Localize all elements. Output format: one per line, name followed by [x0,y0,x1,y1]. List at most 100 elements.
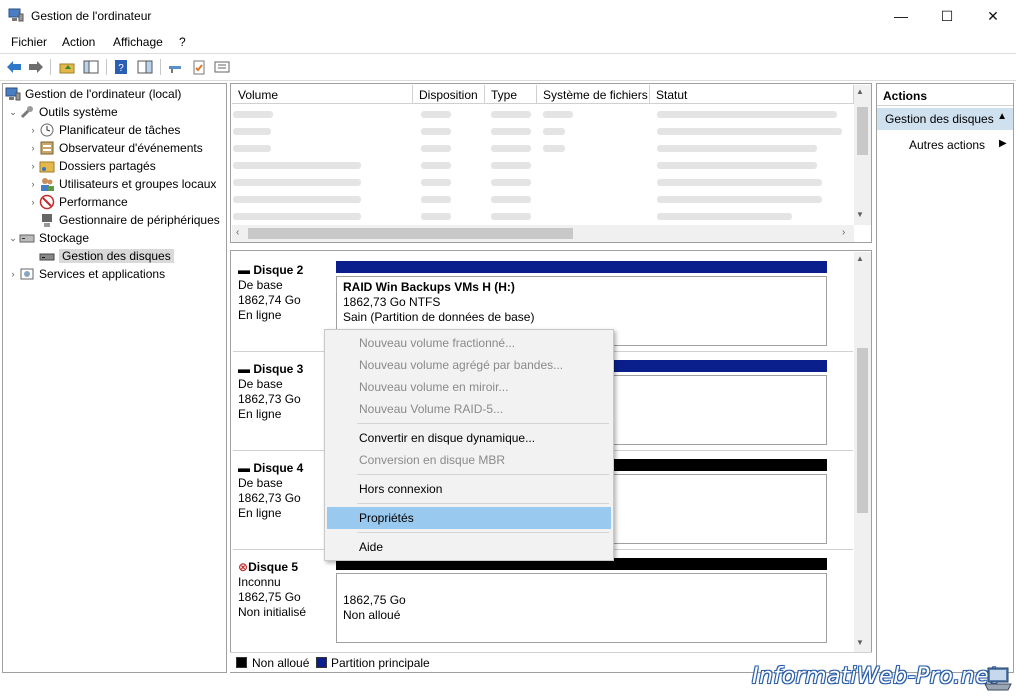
tree-label: Performance [59,195,128,209]
tree-item-disk-management[interactable]: Gestion des disques [39,247,174,265]
chevron-right-icon[interactable]: › [7,269,19,279]
column-header-layout[interactable]: Disposition [413,85,485,104]
column-header-status[interactable]: Statut [650,85,854,104]
menu-item-help[interactable]: Aide [327,536,611,558]
table-row[interactable] [233,123,853,140]
chevron-right-icon[interactable]: › [27,161,39,171]
connect-icon[interactable] [166,58,184,76]
services-icon [19,266,35,282]
disk-status: En ligne [238,407,282,421]
column-header-type[interactable]: Type [485,85,537,104]
menu-bar: Fichier Action Affichage ? [0,32,1016,52]
chevron-right-icon[interactable]: › [27,197,39,207]
disk-info-3[interactable]: ▬ Disque 3 De base 1862,73 Go En ligne [238,362,338,422]
disk-info-4[interactable]: ▬ Disque 4 De base 1862,73 Go En ligne [238,461,338,521]
menu-help[interactable]: ? [179,35,186,49]
column-header-volume[interactable]: Volume [232,85,413,104]
partition-block[interactable]: 1862,75 Go Non alloué [336,573,827,643]
back-arrow-icon[interactable] [5,58,23,76]
submenu-arrow-icon: ▶ [999,138,1007,149]
chevron-right-icon[interactable]: › [27,143,39,153]
partition-size: 1862,73 Go NTFS [343,295,441,309]
show-hide-tree-icon[interactable] [82,58,100,76]
disk-type: De base [238,278,283,292]
partition-status: Sain (Partition de données de base) [343,310,535,324]
disk-size: 1862,73 Go [238,392,301,406]
table-row[interactable] [233,191,853,208]
menu-item-convert-mbr[interactable]: Conversion en disque MBR [327,449,611,471]
menu-item-convert-dynamic[interactable]: Convertir en disque dynamique... [327,427,611,449]
minimize-button[interactable]: — [878,0,924,32]
column-header-filesystem[interactable]: Système de fichiers [537,85,650,104]
tree-item-services[interactable]: › Services et applications [7,265,166,283]
legend-swatch-primary [316,657,327,668]
tree-item-local-users[interactable]: › Utilisateurs et groupes locaux [27,175,216,193]
storage-icon [19,230,35,246]
vertical-scrollbar[interactable]: ▲ ▼ [854,252,871,652]
legend-label: Partition principale [331,656,430,670]
tools-icon [19,104,35,120]
tree-label: Gestion de l'ordinateur (local) [25,87,182,101]
table-row[interactable] [233,157,853,174]
svg-text:?: ? [118,63,124,74]
partition-size: 1862,75 Go [343,593,406,607]
maximize-button[interactable]: ☐ [924,0,970,32]
tree-item-root[interactable]: Gestion de l'ordinateur (local) [5,85,181,103]
disk-type: De base [238,476,283,490]
menu-action[interactable]: Action [62,35,95,49]
computer-management-icon [8,8,24,22]
tree-item-storage[interactable]: ⌄ Stockage [7,229,89,247]
disk-icon: ▬ [238,263,254,277]
menu-view[interactable]: Affichage [113,35,163,49]
actions-header: Actions [877,84,1013,106]
chevron-right-icon[interactable]: › [27,179,39,189]
more-actions-label: Autres actions [909,138,986,152]
scrollbar-thumb[interactable] [857,107,868,155]
menu-item-new-mirror[interactable]: Nouveau volume en miroir... [327,376,611,398]
list-view-icon[interactable] [213,58,231,76]
horizontal-scrollbar[interactable]: ‹ › [232,225,854,242]
close-button[interactable]: ✕ [970,0,1016,32]
scrollbar-thumb[interactable] [857,348,868,513]
table-row[interactable] [233,174,853,191]
disk-info-2[interactable]: ▬ Disque 2 De base 1862,74 Go En ligne [238,263,338,323]
menu-item-new-raid5[interactable]: Nouveau Volume RAID-5... [327,398,611,420]
more-actions[interactable]: Autres actions ▶ [909,138,1007,152]
menu-file[interactable]: Fichier [11,35,47,49]
tree-label: Utilisateurs et groupes locaux [59,177,217,191]
tree-item-task-scheduler[interactable]: › Planificateur de tâches [27,121,181,139]
up-folder-icon[interactable] [58,58,76,76]
table-row[interactable] [233,208,853,225]
disk-name: Disque 5 [248,560,299,574]
tree-label: Services et applications [39,267,166,281]
table-row[interactable] [233,106,853,123]
disk-type: Inconnu [238,575,281,589]
tree-item-device-manager[interactable]: Gestionnaire de périphériques [39,211,220,229]
tree-item-system-tools[interactable]: ⌄ Outils système [7,103,117,121]
chevron-down-icon[interactable]: ⌄ [7,233,19,244]
menu-item-new-spanned[interactable]: Nouveau volume fractionné... [327,332,611,354]
vertical-scrollbar[interactable]: ▲ ▼ [854,85,871,225]
disk-icon: ▬ [238,362,254,376]
actions-section-disk-management[interactable]: Gestion des disques ▲ [877,108,1013,130]
tree-item-performance[interactable]: › Performance [27,193,128,211]
collapse-up-icon[interactable]: ▲ [997,111,1007,122]
table-row[interactable] [233,140,853,157]
menu-item-new-striped[interactable]: Nouveau volume agrégé par bandes... [327,354,611,376]
properties-panel-icon[interactable] [136,58,154,76]
scrollbar-thumb[interactable] [248,228,573,239]
actions-section-label: Gestion des disques [885,112,994,126]
chevron-down-icon[interactable]: ⌄ [7,107,19,118]
actions-pane: Actions Gestion des disques ▲ Autres act… [876,83,1014,673]
disk-info-5[interactable]: ⊗Disque 5 Inconnu 1862,75 Go Non initial… [238,560,338,620]
chevron-right-icon[interactable]: › [27,125,39,135]
device-manager-icon [39,212,55,228]
menu-item-offline[interactable]: Hors connexion [327,478,611,500]
checklist-icon[interactable] [190,58,208,76]
menu-item-properties[interactable]: Propriétés [327,507,611,529]
tree-item-event-viewer[interactable]: › Observateur d'événements [27,139,203,157]
tree-item-shared-folders[interactable]: › Dossiers partagés [27,157,156,175]
help-icon[interactable]: ? [112,58,130,76]
title-bar: Gestion de l'ordinateur — ☐ ✕ [0,0,1016,32]
forward-arrow-icon[interactable] [27,58,45,76]
